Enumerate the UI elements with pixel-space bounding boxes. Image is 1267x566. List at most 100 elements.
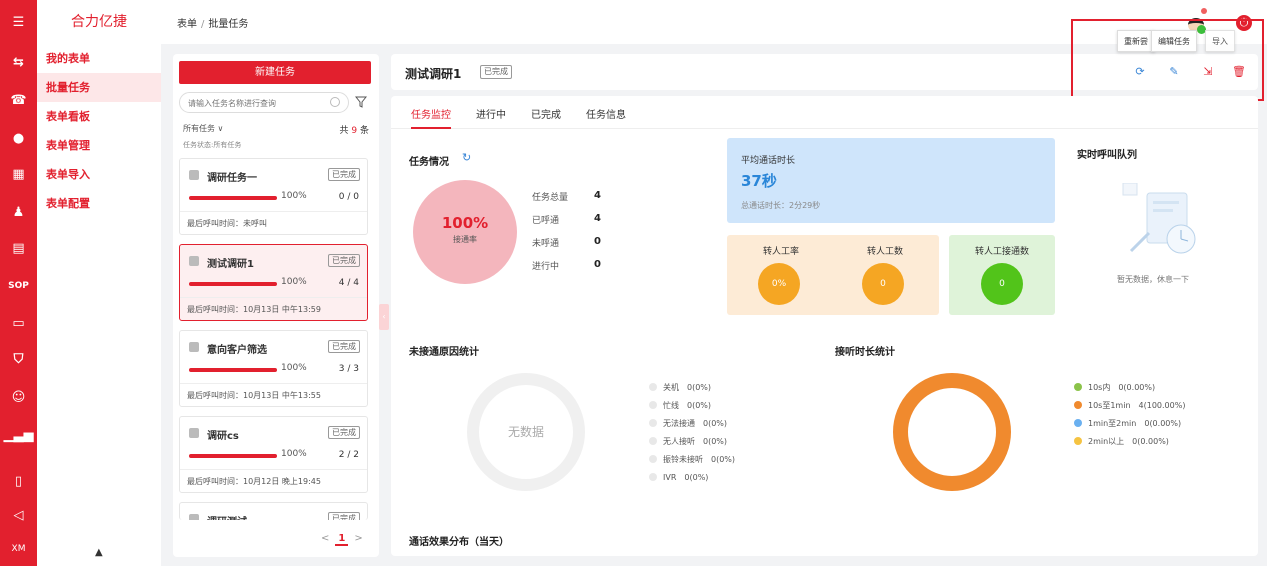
duration-legend-item[interactable]: 2min以上 0(0.00%) [1074, 436, 1169, 447]
tab-monitor[interactable]: 任务监控 [411, 106, 451, 129]
unanswered-title: 未接通原因统计 [409, 347, 479, 358]
shuffle-icon[interactable]: ⇆ [0, 51, 37, 73]
unanswered-legend-item[interactable]: 无人接听 0(0%) [649, 436, 727, 447]
legend-text: 无法接通 0(0%) [663, 419, 728, 428]
task-card[interactable]: 调研任务一 已完成 100% 0 / 0 最后呼叫时间：未呼叫 [179, 158, 368, 235]
nav-item-0[interactable]: 我的表单 [37, 44, 161, 73]
collapse-up-icon[interactable]: ▲ [95, 547, 103, 558]
clipboard-icon[interactable]: ▤ [0, 237, 37, 259]
menu-icon[interactable]: ☰ [0, 11, 37, 33]
task-progress-bar [189, 282, 277, 286]
hand-icon [189, 256, 199, 266]
stat-label: 进行中 [532, 262, 560, 272]
empty-illustration [1122, 183, 1196, 254]
robot-icon[interactable]: ☺ [0, 386, 37, 408]
unanswered-donut: 无数据 [467, 373, 585, 491]
task-percent: 100% [281, 277, 307, 287]
duration-legend-item[interactable]: 1min至2min 0(0.00%) [1074, 418, 1181, 429]
megaphone-icon[interactable]: ◁ [0, 504, 37, 526]
filter-icon[interactable] [355, 96, 367, 108]
breadcrumb-root[interactable]: 表单 [177, 19, 197, 30]
hand-icon [189, 342, 199, 352]
new-task-button[interactable]: 新建任务 [179, 61, 371, 84]
legend-text: 2min以上 0(0.00%) [1088, 437, 1169, 446]
task-tag: 已完成 [328, 426, 360, 439]
stat-label: 未呼通 [532, 239, 560, 249]
transfer-connected-box: 转人工接通数 0 [949, 235, 1055, 315]
unanswered-legend-item[interactable]: 无法接通 0(0%) [649, 418, 727, 429]
task-percent: 100% [281, 191, 307, 201]
nav-item-3[interactable]: 表单管理 [37, 131, 161, 160]
task-search[interactable] [179, 92, 349, 113]
legend-dot-icon [649, 473, 657, 481]
legend-dot-icon [1074, 437, 1082, 445]
task-card[interactable]: 测试调研1 已完成 100% 4 / 4 最后呼叫时间：10月13日 中午13:59 [179, 244, 368, 321]
person-icon[interactable]: ♟ [0, 201, 37, 223]
search-icon[interactable] [330, 97, 340, 107]
task-card[interactable]: 调研cs 已完成 100% 2 / 2 最后呼叫时间：10月12日 晚上19:45 [179, 416, 368, 493]
task-count: 3 / 3 [338, 364, 359, 374]
task-tag: 已完成 [328, 254, 360, 267]
task-count: 0 / 0 [338, 192, 359, 202]
task-name: 意向客户筛选 [207, 345, 267, 356]
task-percent: 100% [281, 363, 307, 373]
duration-legend-item[interactable]: 10s内 0(0.00%) [1074, 382, 1155, 393]
breadcrumb-current: 批量任务 [208, 19, 249, 30]
duration-title: 接听时长统计 [835, 347, 895, 358]
legend-text: 10s至1min 4(100.00%) [1088, 401, 1186, 410]
pager-prev[interactable]: < [321, 533, 329, 544]
tab-completed[interactable]: 已完成 [531, 106, 561, 121]
duration-legend-item[interactable]: 10s至1min 4(100.00%) [1074, 400, 1185, 411]
book-icon[interactable]: ▯ [0, 470, 37, 492]
overview-title: 任务情况 [409, 157, 449, 168]
avg-duration-value: 37秒 [741, 172, 777, 190]
refresh-icon[interactable]: ↻ [462, 151, 471, 164]
task-name: 调研任务一 [207, 173, 257, 184]
shield-icon[interactable]: ⛉ [0, 348, 37, 370]
legend-dot-icon [649, 437, 657, 445]
pager-current[interactable]: 1 [335, 533, 349, 546]
unanswered-legend-item[interactable]: IVR 0(0%) [649, 472, 708, 483]
task-search-input[interactable] [188, 96, 318, 110]
bottom-chart-title: 通话效果分布（当天） [409, 537, 509, 548]
nav-item-1[interactable]: 批量任务 [37, 73, 161, 102]
bar-chart-icon[interactable]: ▁▃▅ [0, 424, 37, 446]
task-progress-bar [189, 368, 277, 372]
tab-in-progress[interactable]: 进行中 [476, 106, 506, 121]
legend-dot-icon [1074, 419, 1082, 427]
phone-icon[interactable]: ☎ [0, 89, 37, 111]
task-card[interactable]: 意向客户筛选 已完成 100% 3 / 3 最后呼叫时间：10月13日 中午13:55 [179, 330, 368, 407]
unanswered-legend-item[interactable]: 关机 0(0%) [649, 382, 711, 393]
unanswered-legend-item[interactable]: 忙线 0(0%) [649, 400, 711, 411]
transfer-count-label: 转人工数 [866, 247, 903, 257]
sop-icon[interactable]: SOP [0, 275, 37, 297]
nav-item-4[interactable]: 表单导入 [37, 160, 161, 189]
transfer-count-value: 0 [862, 263, 904, 305]
legend-text: 无人接听 0(0%) [663, 437, 728, 446]
transfer-box: 转人工率 0% 转人工数 0 [727, 235, 939, 315]
task-last-call: 最后呼叫时间：10月12日 晚上19:45 [187, 477, 321, 486]
screen-icon[interactable]: ▭ [0, 312, 37, 334]
hand-icon [189, 428, 199, 438]
task-tag: 已完成 [328, 512, 360, 520]
breadcrumb: 表单 / 批量任务 [177, 15, 248, 30]
legend-dot-icon [1074, 401, 1082, 409]
pager-next[interactable]: > [354, 533, 362, 544]
collapse-panel-handle[interactable]: ‹ [379, 304, 389, 330]
avg-duration-label: 平均通话时长 [741, 156, 796, 166]
task-filter-select[interactable]: 所有任务 ∨ [183, 123, 223, 134]
task-card[interactable]: 调研测试 已完成 [179, 502, 368, 520]
task-count: 4 / 4 [338, 278, 359, 288]
stat-value: 0 [594, 236, 601, 247]
legend-text: IVR 0(0%) [663, 473, 709, 482]
grid-icon[interactable]: ▦ [0, 163, 37, 185]
nav-item-2[interactable]: 表单看板 [37, 102, 161, 131]
task-percent: 100% [281, 449, 307, 459]
legend-dot-icon [649, 383, 657, 391]
tab-task-info[interactable]: 任务信息 [586, 106, 626, 121]
task-status-line: 任务状态:所有任务 [183, 141, 242, 149]
nav-item-5[interactable]: 表单配置 [37, 189, 161, 218]
answer-rate: 100% [441, 214, 489, 232]
unanswered-legend-item[interactable]: 振铃未接听 0(0%) [649, 454, 735, 465]
chat-icon[interactable]: ● [0, 127, 37, 149]
